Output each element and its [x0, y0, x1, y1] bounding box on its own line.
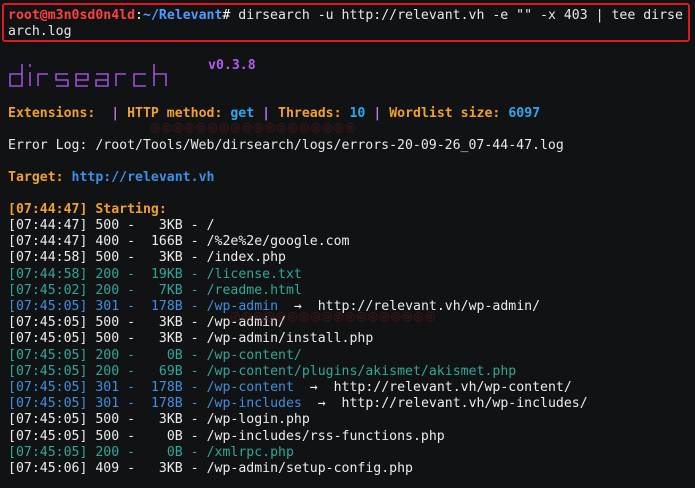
result-path: /wp-admin/setup-config.php	[206, 461, 413, 476]
result-time: [07:45:05]	[8, 363, 88, 379]
error-log-line: Error Log: /root/Tools/Web/dirsearch/log…	[8, 138, 564, 153]
result-time: [07:45:05]	[8, 412, 88, 428]
result-code: 500	[95, 218, 120, 233]
result-time: [07:45:05]	[8, 331, 88, 347]
result-code: 301	[95, 396, 120, 412]
table-row: [07:45:05] 200 - 69B - /wp-content/plugi…	[8, 363, 517, 379]
result-code: 200	[95, 266, 120, 282]
prompt-separator: :	[135, 8, 143, 23]
result-code: 500	[95, 331, 120, 347]
result-time: [07:45:05]	[8, 428, 88, 444]
result-size: 69B	[158, 363, 183, 379]
result-code: 200	[95, 347, 120, 363]
target-line: Target: http://relevant.vh	[8, 170, 214, 186]
result-redirect: http://relevant.vh/wp-content/	[333, 380, 572, 395]
result-path: /wp-includes	[206, 396, 302, 412]
wordlist-label: Wordlist size:	[389, 106, 501, 121]
result-time: [07:45:02]	[8, 282, 88, 298]
table-row: [07:45:05] 500 - 0B - /wp-includes/rss-f…	[8, 428, 445, 444]
table-row: [07:45:02] 200 - 7KB - /readme.html	[8, 282, 302, 298]
version-label: v0.3.8	[208, 58, 256, 73]
prompt-user: root@m3n0sd0n4ld	[8, 8, 136, 23]
result-code: 500	[95, 315, 120, 331]
table-row: [07:45:05] 200 - 0B - /wp-content/	[8, 347, 302, 363]
table-row: [07:44:58] 200 - 19KB - /license.txt	[8, 266, 302, 282]
result-code: 301	[95, 299, 120, 314]
result-path: /wp-content	[206, 380, 294, 395]
result-size: 3KB	[158, 250, 183, 266]
result-time: [07:45:05]	[8, 299, 88, 314]
result-size: 0B	[166, 347, 183, 363]
result-path: /wp-content/	[206, 347, 302, 363]
watermark: ◎◎◎◎◎◎◎◎◎◎◎◎◎◎◎◎◎◎	[150, 120, 357, 134]
result-size: 3KB	[158, 461, 183, 476]
result-size: 3KB	[158, 315, 183, 331]
target-label: Target:	[8, 170, 64, 185]
result-code: 500	[95, 250, 120, 266]
result-path: /readme.html	[206, 282, 302, 298]
wordlist-value: 6097	[508, 106, 541, 121]
result-size: 19KB	[150, 266, 183, 282]
result-code: 200	[95, 363, 120, 379]
result-size: 166B	[150, 234, 183, 250]
result-time: [07:45:05]	[8, 396, 88, 412]
result-code: 500	[95, 412, 120, 428]
table-row: [07:44:47] 500 - 3KB - /	[8, 218, 215, 233]
result-path: /wp-admin/install.php	[206, 331, 374, 347]
result-time: [07:44:58]	[8, 250, 88, 266]
result-time: [07:44:47]	[8, 218, 88, 233]
result-path: /license.txt	[206, 266, 302, 282]
result-size: 178B	[150, 299, 183, 314]
watermark: ◎◎◎◎◎◎◎◎◎◎◎◎◎◎◎◎◎◎	[230, 309, 437, 323]
result-path: /wp-includes/rss-functions.php	[206, 428, 445, 444]
result-path: /	[206, 218, 215, 233]
result-time: [07:45:05]	[8, 347, 88, 363]
table-row: [07:44:58] 500 - 3KB - /index.php	[8, 250, 286, 266]
result-code: 200	[95, 444, 120, 460]
result-size: 178B	[150, 380, 183, 395]
table-row: [07:45:06] 409 - 3KB - /wp-admin/setup-c…	[8, 461, 413, 476]
result-code: 400	[95, 234, 120, 250]
result-size: 0B	[166, 428, 183, 444]
terminal-window[interactable]: root@m3n0sd0n4ld:~/Relevant# dirsearch -…	[0, 0, 695, 488]
result-time: [07:45:06]	[8, 461, 88, 476]
result-time: [07:45:05]	[8, 315, 88, 331]
command-line-1: root@m3n0sd0n4ld:~/Relevant# dirsearch -…	[8, 8, 683, 24]
table-row: [07:45:05] 301 - 178B - /wp-includes → h…	[8, 396, 588, 412]
table-row: [07:45:05] 200 - 0B - /xmlrpc.php	[8, 444, 294, 460]
result-size: 178B	[150, 396, 183, 412]
result-time: [07:44:47]	[8, 234, 88, 250]
result-size: 3KB	[158, 218, 183, 233]
result-time: [07:45:05]	[8, 380, 88, 395]
result-time: [07:44:58]	[8, 266, 88, 282]
result-code: 301	[95, 380, 120, 395]
result-code: 200	[95, 282, 120, 298]
result-size: 3KB	[158, 412, 183, 428]
result-path: /wp-login.php	[206, 412, 310, 428]
result-code: 500	[95, 428, 120, 444]
result-path: /xmlrpc.php	[206, 444, 294, 460]
result-path: /wp-content/plugins/akismet/akismet.php	[206, 363, 517, 379]
target-url: http://relevant.vh	[71, 170, 215, 185]
starting-line: [07:44:47] Starting:	[8, 202, 167, 217]
table-row: [07:45:05] 500 - 3KB - /wp-admin/install…	[8, 331, 374, 347]
command-line-2: arch.log	[8, 24, 72, 39]
extensions-label: Extensions:	[8, 106, 96, 121]
result-size: 7KB	[158, 282, 183, 298]
result-size: 0B	[166, 444, 183, 460]
prompt-path: ~/Relevant	[143, 8, 223, 23]
result-path: /index.php	[206, 250, 286, 266]
table-row: [07:45:05] 500 - 3KB - /wp-login.php	[8, 412, 310, 428]
command-text: dirsearch -u http://relevant.vh -e "" -x…	[230, 8, 683, 23]
table-row: [07:45:05] 301 - 178B - /wp-content → ht…	[8, 380, 572, 395]
result-path: /%2e%2e/google.com	[206, 234, 350, 250]
result-time: [07:45:05]	[8, 444, 88, 460]
result-size: 3KB	[158, 331, 183, 347]
table-row: [07:44:47] 400 - 166B - /%2e%2e/google.c…	[8, 234, 350, 250]
result-code: 409	[95, 461, 120, 476]
result-redirect: http://relevant.vh/wp-includes/	[341, 396, 588, 412]
dirsearch-logo	[9, 64, 167, 87]
